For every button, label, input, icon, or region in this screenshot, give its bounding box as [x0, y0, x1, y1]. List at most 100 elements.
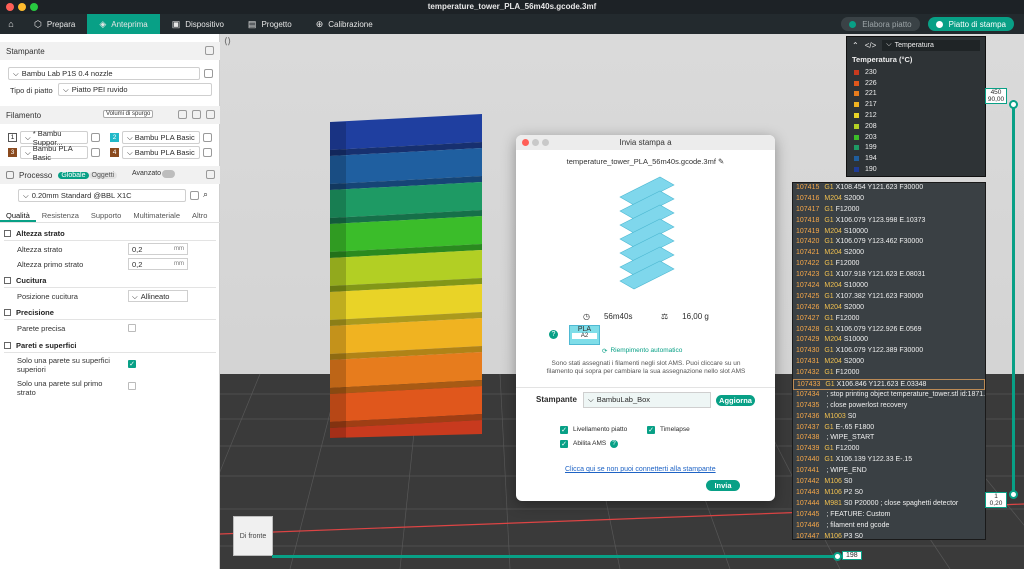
dialog-close-button[interactable]: [522, 139, 529, 146]
gcode-line[interactable]: 107428 G1 X106.079 Y122.926 E.0569: [793, 325, 985, 336]
tab-other[interactable]: Altro: [186, 209, 213, 222]
gcode-line[interactable]: 107421 M204 S2000: [793, 248, 985, 259]
filament-slot-3[interactable]: 3 ⌵ Bambu PLA Basic: [8, 144, 100, 162]
gcode-line[interactable]: 107436 M1003 S0: [793, 412, 985, 423]
layer-slider-bottom-handle[interactable]: [1009, 490, 1018, 499]
filament-select[interactable]: ⌵ Bambu PLA Basic: [20, 144, 88, 162]
print-plate-button[interactable]: Piatto di stampa: [927, 17, 1014, 31]
layer-slider[interactable]: [1012, 100, 1015, 495]
one-wall-top-checkbox[interactable]: ✓: [128, 360, 136, 368]
gcode-line[interactable]: 107417 G1 F12000: [793, 205, 985, 216]
gcode-line[interactable]: 107440 G1 X106.139 Y122.33 E-.15: [793, 455, 985, 466]
objects-toggle[interactable]: Oggetti: [88, 171, 118, 179]
one-wall-first-checkbox[interactable]: [128, 382, 136, 390]
gcode-line[interactable]: 107422 G1 F12000: [793, 259, 985, 270]
minimize-window-button[interactable]: [18, 3, 26, 11]
tab-project[interactable]: ▤ Progetto: [236, 14, 304, 34]
save-process-icon[interactable]: [190, 191, 199, 200]
tab-multimaterial[interactable]: Multimateriale: [127, 209, 186, 222]
home-button[interactable]: ⌂: [0, 14, 22, 34]
filament-slot-2[interactable]: 2 ⌵ Bambu PLA Basic: [110, 131, 212, 144]
edit-filament-icon[interactable]: [203, 133, 212, 142]
gcode-line[interactable]: 107419 M204 S10000: [793, 227, 985, 238]
enable-ams-checkbox[interactable]: ✓: [560, 440, 568, 448]
view-cube[interactable]: Di fronte: [233, 516, 273, 556]
code-icon[interactable]: </>: [865, 41, 877, 50]
gcode-line[interactable]: 107438 ; WIPE_START: [793, 433, 985, 444]
global-toggle[interactable]: Globale: [58, 171, 89, 179]
edit-filament-icon[interactable]: [91, 148, 100, 157]
gcode-line[interactable]: 107431 M204 S2000: [793, 357, 985, 368]
legend-mode-select[interactable]: ⌵ Temperatura: [882, 39, 980, 51]
timelapse-checkbox[interactable]: ✓: [647, 426, 655, 434]
gcode-line[interactable]: 107430 G1 X106.079 Y122.389 F30000: [793, 346, 985, 357]
filament-mapping-chip[interactable]: PLA A2: [569, 325, 600, 345]
slice-plate-button[interactable]: Elabora piatto: [841, 17, 920, 31]
gcode-line[interactable]: 107427 G1 F12000: [793, 314, 985, 325]
gcode-line[interactable]: 107437 G1 E-.65 F1800: [793, 423, 985, 434]
cannot-connect-link[interactable]: Clicca qui se non puoi connetterti alla …: [565, 466, 716, 473]
purge-volumes-button[interactable]: Volumi di spurgo: [103, 110, 154, 118]
filament-slot-1[interactable]: 1 ⌵ * Bambu Suppor...: [8, 129, 100, 147]
process-select[interactable]: ⌵ 0.20mm Standard @BBL X1C: [18, 189, 186, 202]
edit-filament-icon[interactable]: [203, 148, 212, 157]
filament-settings-icon[interactable]: [206, 110, 215, 119]
send-button[interactable]: Invia: [706, 480, 740, 491]
process-settings-icon[interactable]: [206, 170, 215, 179]
gcode-line[interactable]: 107445 ; FEATURE: Custom: [793, 510, 985, 521]
layer-slider-top-handle[interactable]: [1009, 100, 1018, 109]
advanced-switch[interactable]: [162, 170, 175, 178]
gcode-line[interactable]: 107432 G1 F12000: [793, 368, 985, 379]
add-filament-icon[interactable]: [178, 110, 187, 119]
close-window-button[interactable]: [6, 3, 14, 11]
collapse-sidebar-icon[interactable]: ⟨⟩: [224, 36, 231, 47]
search-icon[interactable]: ⌕: [203, 189, 208, 200]
tab-prepare[interactable]: ⬡ Prepara: [22, 14, 87, 34]
gcode-line[interactable]: 107416 M204 S2000: [793, 194, 985, 205]
refresh-button[interactable]: Aggiorna: [716, 395, 755, 406]
zoom-window-button[interactable]: [30, 3, 38, 11]
move-slider[interactable]: [272, 555, 837, 558]
gcode-line[interactable]: 107439 G1 F12000: [793, 444, 985, 455]
printer-settings-icon[interactable]: [205, 46, 214, 55]
gcode-line[interactable]: 107424 M204 S10000: [793, 281, 985, 292]
dialog-zoom-button[interactable]: [542, 139, 549, 146]
printer-select[interactable]: ⌵ BambuLab_Box: [583, 392, 711, 408]
gcode-line[interactable]: 107429 M204 S10000: [793, 335, 985, 346]
plate-type-select[interactable]: ⌵ Piatto PEI ruvido: [58, 83, 212, 96]
layer-height-input[interactable]: 0,2 mm: [128, 243, 188, 255]
gcode-line[interactable]: 107443 M106 P2 S0: [793, 488, 985, 499]
tab-calibration[interactable]: ⊕ Calibrazione: [304, 14, 385, 34]
dialog-minimize-button[interactable]: [532, 139, 539, 146]
filament-select[interactable]: ⌵ Bambu PLA Basic: [122, 146, 200, 159]
tab-device[interactable]: ▣ Dispositivo: [160, 14, 236, 34]
tab-strength[interactable]: Resistenza: [36, 209, 85, 222]
gcode-line[interactable]: 107426 M204 S2000: [793, 303, 985, 314]
gcode-line[interactable]: 107415 G1 X108.454 Y121.623 F30000: [793, 183, 985, 194]
bed-leveling-checkbox[interactable]: ✓: [560, 426, 568, 434]
gcode-line[interactable]: 107444 M981 S0 P20000 ; close spaghetti d…: [793, 499, 985, 510]
help-icon[interactable]: ?: [549, 330, 558, 339]
filament-select[interactable]: ⌵ Bambu PLA Basic: [122, 131, 200, 144]
first-layer-height-input[interactable]: 0,2 mm: [128, 258, 188, 270]
gcode-line[interactable]: 107441 ; WIPE_END: [793, 466, 985, 477]
gcode-line[interactable]: 107446 ; filament end gcode: [793, 521, 985, 532]
gcode-line[interactable]: 107425 G1 X107.382 Y121.623 F30000: [793, 292, 985, 303]
edit-printer-icon[interactable]: [204, 69, 213, 78]
gcode-line[interactable]: 107434 ; stop printing object temperatur…: [793, 390, 985, 401]
gcode-line[interactable]: 107418 G1 X106.079 Y123.998 E.10373: [793, 216, 985, 227]
gcode-line[interactable]: 107420 G1 X106.079 Y123.462 F30000: [793, 237, 985, 248]
precise-wall-checkbox[interactable]: [128, 324, 136, 332]
ams-help-icon[interactable]: ?: [610, 440, 618, 448]
tab-quality[interactable]: Qualità: [0, 209, 36, 222]
filament-select[interactable]: ⌵ * Bambu Suppor...: [20, 129, 88, 147]
edit-icon[interactable]: ✎: [718, 157, 724, 166]
gcode-line[interactable]: 107435 ; close powerlost recovery: [793, 401, 985, 412]
collapse-icon[interactable]: ⌃: [852, 41, 859, 50]
remove-filament-icon[interactable]: [192, 110, 201, 119]
filament-slot-4[interactable]: 4 ⌵ Bambu PLA Basic: [110, 146, 212, 159]
seam-position-select[interactable]: ⌵ Allineato: [128, 290, 188, 302]
gcode-line[interactable]: 107442 M106 S0: [793, 477, 985, 488]
printer-select[interactable]: ⌵ Bambu Lab P1S 0.4 nozzle: [8, 67, 200, 80]
gcode-line[interactable]: 107423 G1 X107.918 Y121.623 E.08031: [793, 270, 985, 281]
